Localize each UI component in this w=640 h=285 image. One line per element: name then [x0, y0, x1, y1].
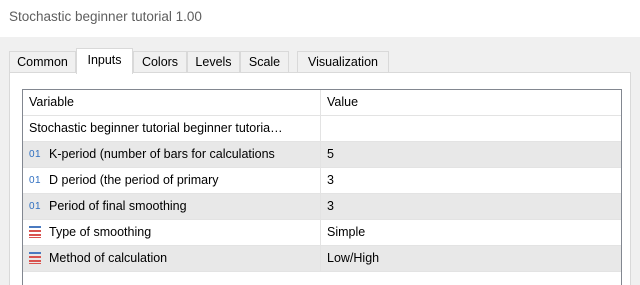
- table-row[interactable]: Method of calculation Low/High: [23, 246, 621, 272]
- variable-label: K-period (number of bars for calculation…: [49, 147, 275, 161]
- enum-type-icon: [29, 220, 43, 245]
- window-title: Stochastic beginner tutorial 1.00: [9, 9, 202, 24]
- variable-cell: 01 D period (the period of primary: [23, 168, 320, 193]
- variable-cell: 01 Period of final smoothing: [23, 194, 320, 219]
- integer-type-icon: 01: [29, 149, 42, 160]
- value-cell[interactable]: Low/High: [320, 246, 621, 271]
- tab-inputs[interactable]: Inputs: [76, 48, 133, 74]
- column-header-value[interactable]: Value: [320, 90, 621, 115]
- tab-levels[interactable]: Levels: [187, 51, 240, 73]
- enum-type-icon: [29, 246, 43, 271]
- variable-label: Period of final smoothing: [49, 199, 187, 213]
- value-text: Low/High: [327, 251, 380, 265]
- tab-common[interactable]: Common: [9, 51, 76, 73]
- variable-cell: Type of smoothing: [23, 220, 320, 245]
- variable-cell: 01 K-period (number of bars for calculati…: [23, 142, 320, 167]
- integer-type-icon: 01: [29, 175, 42, 186]
- column-header-variable[interactable]: Variable: [23, 90, 320, 115]
- value-cell[interactable]: Simple: [320, 220, 621, 245]
- table-row[interactable]: 01 K-period (number of bars for calculati…: [23, 142, 621, 168]
- variable-label: D period (the period of primary: [49, 173, 219, 187]
- value-text: 5: [327, 147, 334, 161]
- value-cell[interactable]: 3: [320, 194, 621, 219]
- table-row[interactable]: 01 D period (the period of primary 3: [23, 168, 621, 194]
- value-text: 3: [327, 199, 334, 213]
- variable-label: Stochastic beginner tutorial beginner tu…: [29, 121, 283, 135]
- inputs-tab-panel: Variable Value Stochastic beginner tutor…: [9, 72, 631, 285]
- tab-strip: Common Inputs Colors Levels Scale Visual…: [9, 48, 609, 74]
- tab-visualization[interactable]: Visualization: [297, 51, 389, 73]
- value-cell[interactable]: 5: [320, 142, 621, 167]
- dialog-client-area: Common Inputs Colors Levels Scale Visual…: [0, 37, 640, 285]
- table-header-row: Variable Value: [23, 90, 621, 116]
- value-text: Simple: [327, 225, 366, 239]
- window-title-bar: Stochastic beginner tutorial 1.00: [0, 0, 640, 37]
- variable-label: Method of calculation: [49, 251, 168, 265]
- table-row[interactable]: 01 Period of final smoothing 3: [23, 194, 621, 220]
- variable-label: Type of smoothing: [49, 225, 152, 239]
- tab-colors[interactable]: Colors: [133, 51, 187, 73]
- value-cell[interactable]: 3: [320, 168, 621, 193]
- integer-type-icon: 01: [29, 201, 42, 212]
- value-text: 3: [327, 173, 334, 187]
- table-row[interactable]: Stochastic beginner tutorial beginner tu…: [23, 116, 621, 142]
- value-cell[interactable]: [320, 116, 621, 141]
- inputs-table: Variable Value Stochastic beginner tutor…: [22, 89, 622, 285]
- variable-cell: Stochastic beginner tutorial beginner tu…: [23, 116, 320, 141]
- tab-scale[interactable]: Scale: [240, 51, 289, 73]
- variable-cell: Method of calculation: [23, 246, 320, 271]
- table-row[interactable]: Type of smoothing Simple: [23, 220, 621, 246]
